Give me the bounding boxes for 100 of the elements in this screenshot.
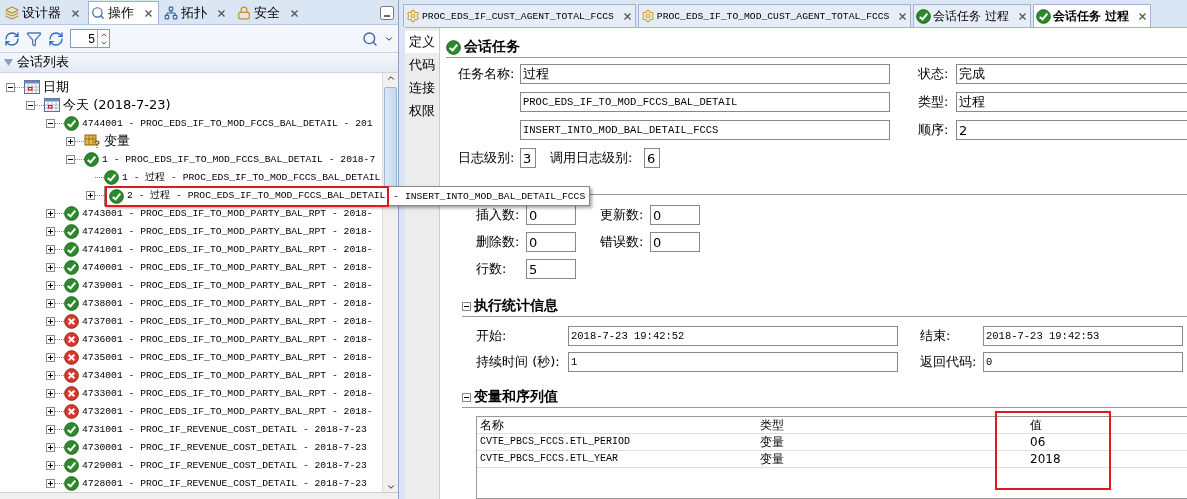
collapse-toggle[interactable] [462,301,471,311]
expander-toggle[interactable] [46,352,55,362]
expander-toggle[interactable] [86,190,95,200]
tree-item-label[interactable]: 1 - 过程 - PROC_EDS_IF_TO_MOD_FCCS_BAL_DETAIL [122,170,381,184]
expander-toggle[interactable] [46,334,55,344]
tree-item-label[interactable]: 4735001 - PROC_EDS_IF_TO_MOD_PARTY_BAL_RPT - 2018- [82,351,373,363]
input-field[interactable]: INSERT_INTO_MOD_BAL_DETAIL_FCCS [520,120,890,140]
input-field[interactable]: 1 [568,352,898,372]
input-field[interactable]: PROC_EDS_IF_TO_MOD_FCCS_BAL_DETAIL [520,92,890,112]
close-icon[interactable] [623,12,631,20]
tree-item-label[interactable]: 4741001 - PROC_EDS_IF_TO_MOD_PARTY_BAL_RPT - 2018- [82,243,373,255]
side-tab[interactable]: 代码 [405,54,439,76]
expander-toggle[interactable] [46,388,55,398]
tree-item-label[interactable]: 4730001 - PROC_IF_REVENUE_COST_DETAIL - 2018-7-23 [82,441,367,453]
input-field[interactable]: 2018-7-23 19:42:53 [983,326,1183,346]
expander-toggle[interactable] [6,82,15,92]
tree-item-label[interactable]: 日期 [43,78,69,97]
number-field[interactable]: 5 [70,29,110,48]
tree-item-label[interactable]: 4731001 - PROC_IF_REVENUE_COST_DETAIL - 2018-7-23 [82,423,367,435]
collapse-toggle[interactable] [462,392,471,402]
input-field[interactable]: 0 [650,232,700,252]
tree-item-label[interactable]: 4742001 - PROC_EDS_IF_TO_MOD_PARTY_BAL_RPT - 2018- [82,225,373,237]
tree-item-label[interactable]: 4738001 - PROC_EDS_IF_TO_MOD_PARTY_BAL_RPT - 2018- [82,297,373,309]
input-field[interactable]: 过程 [956,92,1187,112]
editor-tab[interactable]: PROC_EDS_IF_CUST_AGENT_TOTAL_FCCS [403,4,636,27]
side-tab[interactable]: 权限 [405,100,439,122]
tree-item-label[interactable]: 4733001 - PROC_EDS_IF_TO_MOD_PARTY_BAL_RPT - 2018- [82,387,373,399]
expander-toggle[interactable] [46,316,55,326]
close-icon[interactable] [1019,12,1027,20]
panel-tab[interactable]: 设计器 [2,1,86,25]
expander-toggle[interactable] [46,208,55,218]
expander-toggle[interactable] [46,118,55,128]
close-icon[interactable] [145,9,152,17]
close-icon[interactable] [899,12,907,20]
input-field[interactable]: 完成 [956,64,1187,84]
expander-toggle[interactable] [46,370,55,380]
input-field[interactable]: 0 [983,352,1183,372]
side-tab[interactable]: 定义 [405,31,439,53]
check-icon [64,241,79,257]
tree-item-label[interactable]: 1 - PROC_EDS_IF_TO_MOD_FCCS_BAL_DETAIL - 2018-7 [102,153,376,165]
refresh-icon[interactable] [48,30,64,47]
input-field[interactable]: 2 [956,120,1187,140]
close-icon[interactable] [291,9,298,17]
tree-item-label[interactable]: 4744001 - PROC_EDS_IF_TO_MOD_FCCS_BAL_DETAIL - 201 [82,117,373,129]
editor-tab[interactable]: 会话任务 过程 [1033,4,1152,27]
column-header[interactable]: 类型 [757,417,1027,434]
expander-toggle[interactable] [46,262,55,272]
tree-item-label[interactable]: 4743001 - PROC_EDS_IF_TO_MOD_PARTY_BAL_RPT - 2018- [82,207,373,219]
expander-toggle[interactable] [46,460,55,470]
tree-item-label[interactable]: 4734001 - PROC_EDS_IF_TO_MOD_PARTY_BAL_RPT - 2018- [82,369,373,381]
spin-buttons[interactable] [97,30,109,47]
horizontal-scrollbar[interactable] [0,492,398,499]
expander-toggle[interactable] [46,442,55,452]
input-field[interactable]: 过程 [520,64,890,84]
close-icon[interactable] [72,9,79,17]
side-tab[interactable]: 连接 [405,77,439,99]
editor-tab[interactable]: 会话任务 过程 [913,4,1032,27]
column-header[interactable]: 值 [1027,417,1187,434]
input-field[interactable]: 3 [520,148,536,168]
tree-item-label[interactable]: 4739001 - PROC_EDS_IF_TO_MOD_PARTY_BAL_RPT - 2018- [82,279,373,291]
expander-toggle[interactable] [46,478,55,488]
tree-item-label[interactable]: 4732001 - PROC_EDS_IF_TO_MOD_PARTY_BAL_RPT - 2018- [82,405,373,417]
tree-item-label[interactable]: 变量 [104,132,130,151]
search-icon[interactable] [362,30,378,47]
tree-item-label[interactable]: 今天 (2018-7-23) [63,96,171,115]
refresh-icon[interactable] [4,30,20,47]
expander-toggle[interactable] [66,136,75,146]
field-label: 删除数: [476,233,521,251]
input-field[interactable]: 5 [526,259,576,279]
expander-toggle[interactable] [46,424,55,434]
expander-toggle[interactable] [46,244,55,254]
panel-tab[interactable]: 安全 [234,1,305,25]
column-header[interactable]: 名称 [477,417,757,434]
check-icon [64,205,79,221]
editor-tab[interactable]: PROC_EDS_IF_TO_MOD_CUST_AGENT_TOTAL_FCCS [637,4,912,27]
table-cell-text: 变量 [759,434,785,450]
tree-item-label[interactable]: 4740001 - PROC_EDS_IF_TO_MOD_PARTY_BAL_RPT - 2018- [82,261,373,273]
tree-item-label[interactable]: 4737001 - PROC_EDS_IF_TO_MOD_PARTY_BAL_RPT - 2018- [82,315,373,327]
filter-icon[interactable] [26,30,42,47]
panel-tab[interactable]: 拓扑 [161,1,232,25]
expander-toggle[interactable] [46,406,55,416]
tree-item-label[interactable]: 4728001 - PROC_IF_REVENUE_COST_DETAIL - 2018-7-23 [82,477,367,489]
tree-item-label[interactable]: 4736001 - PROC_EDS_IF_TO_MOD_PARTY_BAL_RPT - 2018- [82,333,373,345]
highlighted-tree-item[interactable]: 2 - 过程 - PROC_EDS_IF_TO_MOD_FCCS_BAL_DETAIL [105,185,390,207]
minimize-icon[interactable] [380,6,394,21]
input-field[interactable]: 0 [526,232,576,252]
panel-tab[interactable]: 操作 [88,1,159,25]
close-icon[interactable] [218,9,225,17]
expander-toggle[interactable] [46,280,55,290]
expander-toggle[interactable] [26,100,35,110]
input-field[interactable]: 0 [526,205,576,225]
table-cell-text: 06 [1029,434,1047,450]
tree-item-label[interactable]: 4729001 - PROC_IF_REVENUE_COST_DETAIL - 2018-7-23 [82,459,367,471]
close-icon[interactable] [1139,12,1147,20]
input-field[interactable]: 0 [650,205,700,225]
expander-toggle[interactable] [46,226,55,236]
input-field[interactable]: 6 [644,148,660,168]
expander-toggle[interactable] [66,154,75,164]
expander-toggle[interactable] [46,298,55,308]
input-field[interactable]: 2018-7-23 19:42:52 [568,326,898,346]
